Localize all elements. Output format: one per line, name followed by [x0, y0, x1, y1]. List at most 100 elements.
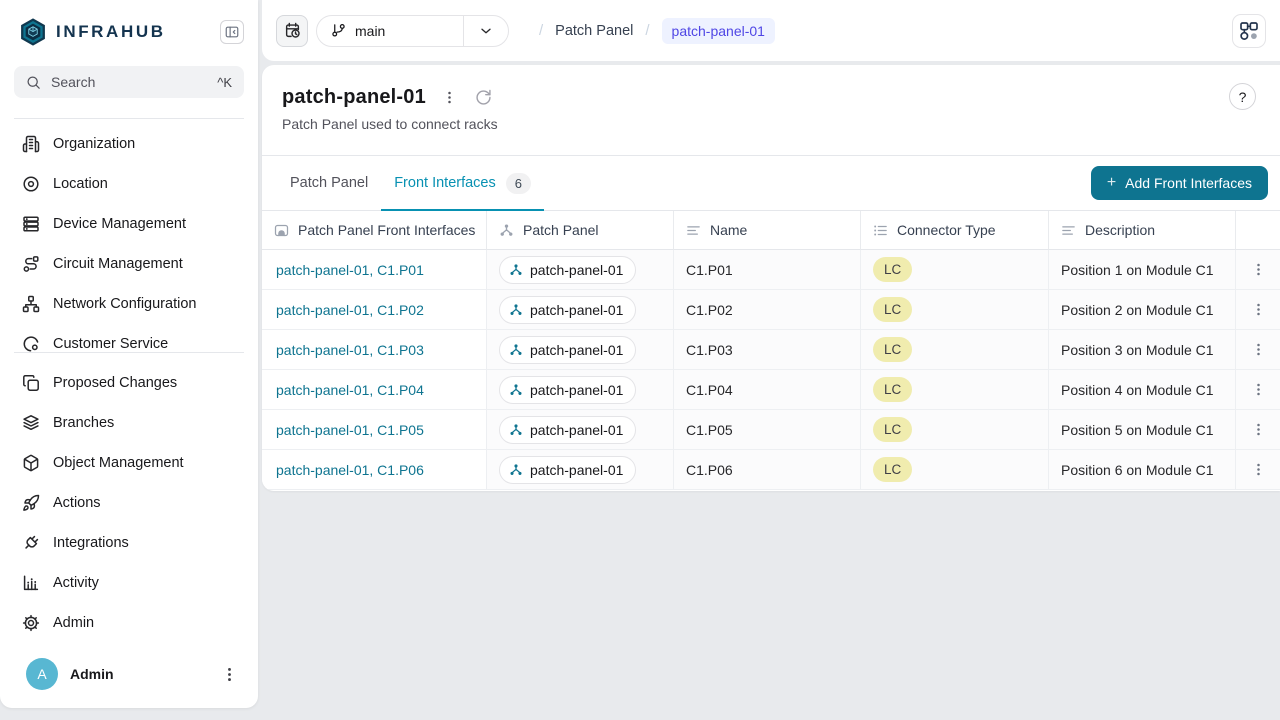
- row-actions-cell: [1236, 290, 1280, 330]
- kebab-icon: [1251, 302, 1266, 317]
- sidebar-header: INFRAHUB: [0, 0, 258, 64]
- row-link[interactable]: patch-panel-01, C1.P04: [276, 382, 424, 398]
- row-actions-button[interactable]: [1246, 297, 1271, 322]
- name-cell: C1.P01: [674, 250, 861, 290]
- connector-type-cell: LC: [861, 330, 1049, 370]
- display-label-cell: patch-panel-01, C1.P02: [262, 290, 487, 330]
- row-actions-button[interactable]: [1246, 457, 1271, 482]
- column-header-label: Patch Panel Front Interfaces: [298, 222, 475, 238]
- table-row: patch-panel-01, C1.P05 patch-panel-01 C1.P…: [262, 410, 1280, 450]
- row-link[interactable]: patch-panel-01, C1.P05: [276, 422, 424, 438]
- branch-selector[interactable]: main: [316, 15, 509, 47]
- sidebar-item-organization[interactable]: Organization: [10, 124, 248, 164]
- row-actions-button[interactable]: [1246, 377, 1271, 402]
- row-actions-button[interactable]: [1246, 417, 1271, 442]
- breadcrumb-current[interactable]: patch-panel-01: [662, 18, 775, 44]
- table-row: patch-panel-01, C1.P02patch-panel-01C1.P…: [262, 290, 1280, 330]
- add-front-interfaces-button[interactable]: + Add Front Interfaces: [1091, 166, 1268, 200]
- name-cell: C1.P05: [674, 410, 861, 450]
- patch-panel-chip[interactable]: patch-panel-01: [499, 416, 636, 444]
- description-cell: Position 6 on Module C1: [1049, 450, 1236, 490]
- tab-label: Front Interfaces: [394, 175, 496, 191]
- server-icon: [22, 215, 40, 233]
- description-cell: Position 1 on Module C1: [1049, 250, 1236, 290]
- relationship-icon: [509, 343, 523, 357]
- kebab-icon: [1251, 382, 1266, 397]
- tabs-bar: Patch Panel Front Interfaces 6 + Add Fro…: [262, 156, 1280, 211]
- sidebar-item-actions[interactable]: Actions: [10, 483, 248, 523]
- patch-panel-chip[interactable]: patch-panel-01: [499, 376, 636, 404]
- plug-icon: [22, 534, 40, 552]
- object-actions-button[interactable]: [440, 88, 459, 107]
- patch-panel-cell: patch-panel-01: [487, 290, 674, 330]
- sidebar-collapse-button[interactable]: [220, 20, 244, 44]
- tab-count-badge: 6: [506, 173, 531, 194]
- route-icon: [22, 255, 40, 273]
- row-actions-button[interactable]: [1246, 337, 1271, 362]
- sidebar-item-label: Customer Service: [53, 336, 168, 352]
- row-actions-cell: [1236, 410, 1280, 450]
- schema-visualizer-button[interactable]: [1232, 14, 1266, 48]
- patch-panel-chip[interactable]: patch-panel-01: [499, 336, 636, 364]
- sidebar-item-branches[interactable]: Branches: [10, 403, 248, 443]
- breadcrumb-parent[interactable]: Patch Panel: [555, 23, 633, 39]
- patch-panel-chip[interactable]: patch-panel-01: [499, 296, 636, 324]
- sidebar-item-proposed-changes[interactable]: Proposed Changes: [10, 363, 248, 403]
- search-icon: [26, 75, 41, 90]
- column-header-label: Patch Panel: [523, 222, 599, 238]
- table-row: patch-panel-01, C1.P01 patch-panel-01 C1.P…: [262, 250, 1280, 290]
- search-input[interactable]: Search ^K: [14, 66, 244, 98]
- description-cell: Position 5 on Module C1: [1049, 410, 1236, 450]
- target-icon: [22, 175, 40, 193]
- row-link[interactable]: patch-panel-01, C1.P02: [276, 302, 424, 318]
- sidebar-item-label: Proposed Changes: [53, 375, 177, 391]
- sidebar-item-customer-service[interactable]: Customer Service: [10, 324, 248, 352]
- sidebar-item-device-management[interactable]: Device Management: [10, 204, 248, 244]
- column-header-patch-panel-front-interfaces: Patch Panel Front Interfaces: [262, 211, 487, 250]
- sidebar-item-activity[interactable]: Activity: [10, 563, 248, 603]
- relationship-icon: [509, 463, 523, 477]
- row-link[interactable]: patch-panel-01, C1.P01: [276, 262, 424, 278]
- tab-patch-panel[interactable]: Patch Panel: [277, 156, 381, 210]
- sidebar-item-circuit-management[interactable]: Circuit Management: [10, 244, 248, 284]
- table-row: patch-panel-01, C1.P03patch-panel-01C1.P…: [262, 330, 1280, 370]
- sidebar-item-integrations[interactable]: Integrations: [10, 523, 248, 563]
- refresh-button[interactable]: [473, 87, 494, 108]
- user-kebab-button[interactable]: [219, 664, 240, 685]
- infrahub-logo-icon: [18, 17, 48, 47]
- patch-panel-chip[interactable]: patch-panel-01: [499, 456, 636, 484]
- tab-front-interfaces[interactable]: Front Interfaces 6: [381, 156, 544, 210]
- sidebar-item-label: Object Management: [53, 455, 184, 471]
- kebab-icon: [1251, 342, 1266, 357]
- gear-icon: [22, 614, 40, 632]
- patch-panel-chip-label: patch-panel-01: [530, 462, 623, 478]
- object-header: patch-panel-01 Patch Panel used to conne…: [262, 65, 1280, 156]
- user-menu[interactable]: A Admin: [0, 648, 258, 708]
- plus-icon: +: [1107, 175, 1116, 191]
- row-actions-button[interactable]: [1246, 257, 1271, 282]
- sidebar-item-label: Network Configuration: [53, 296, 196, 312]
- sidebar-item-label: Activity: [53, 575, 99, 591]
- align-left-icon: [1061, 223, 1076, 238]
- topbar: main / Patch Panel / patch-panel-01: [262, 0, 1280, 61]
- column-header-label: Name: [710, 222, 747, 238]
- help-button[interactable]: ?: [1229, 83, 1256, 110]
- connector-type-cell: LC: [861, 250, 1049, 290]
- copy-icon: [22, 374, 40, 392]
- sidebar-item-admin[interactable]: Admin: [10, 603, 248, 643]
- relationship-icon: [499, 223, 514, 238]
- sidebar-item-object-management[interactable]: Object Management: [10, 443, 248, 483]
- connector-type-badge: LC: [873, 337, 912, 362]
- date-picker-button[interactable]: [276, 15, 308, 47]
- table-row: patch-panel-01, C1.P06patch-panel-01C1.P…: [262, 450, 1280, 490]
- connector-type-cell: LC: [861, 370, 1049, 410]
- connector-type-cell: LC: [861, 450, 1049, 490]
- column-header-name: Name: [674, 211, 861, 250]
- row-link[interactable]: patch-panel-01, C1.P03: [276, 342, 424, 358]
- patch-panel-chip[interactable]: patch-panel-01: [499, 256, 636, 284]
- sidebar-item-location[interactable]: Location: [10, 164, 248, 204]
- row-actions-cell: [1236, 370, 1280, 410]
- row-link[interactable]: patch-panel-01, C1.P06: [276, 462, 424, 478]
- branch-caret[interactable]: [463, 16, 508, 46]
- sidebar-item-network-configuration[interactable]: Network Configuration: [10, 284, 248, 324]
